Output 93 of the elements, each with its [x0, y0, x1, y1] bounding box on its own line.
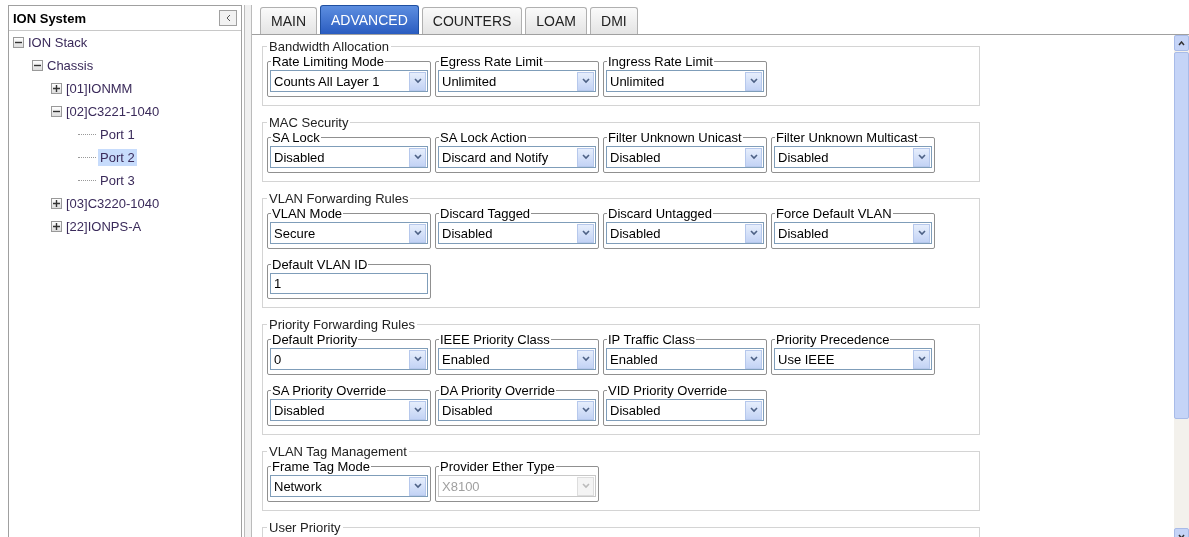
field-label: IEEE Priority Class	[439, 332, 551, 347]
plus-icon[interactable]	[51, 221, 62, 232]
dropdown[interactable]: Unlimited	[606, 70, 764, 92]
field-label: Ingress Rate Limit	[607, 54, 714, 69]
chevron-down-icon	[413, 356, 422, 362]
tab[interactable]: LOAM	[525, 7, 587, 34]
dropdown[interactable]: Disabled	[606, 399, 764, 421]
field-label: SA Lock	[271, 130, 321, 145]
field-label: Default VLAN ID	[271, 257, 369, 272]
chevron-down-icon	[413, 407, 422, 413]
chevron-down-icon	[917, 230, 926, 236]
dropdown[interactable]: Network	[270, 475, 428, 497]
dropdown[interactable]: 0	[270, 348, 428, 370]
field-label: SA Priority Override	[271, 383, 388, 398]
dropdown[interactable]: Disabled	[606, 146, 764, 168]
chevron-down-icon	[749, 356, 758, 362]
tree-node[interactable]: Port 3	[98, 172, 137, 189]
chevron-down-icon	[1178, 533, 1185, 537]
tab[interactable]: COUNTERS	[421, 7, 523, 34]
tree-node[interactable]: Port 1	[98, 126, 137, 143]
tree-node[interactable]: Port 2	[98, 149, 137, 166]
section-title: Bandwidth Allocation	[268, 39, 390, 54]
field-label: Rate Limiting Mode	[271, 54, 385, 69]
minus-icon[interactable]	[51, 106, 62, 117]
section-title: User Priority	[268, 520, 342, 535]
dropdown[interactable]: Secure	[270, 222, 428, 244]
field-label: Egress Rate Limit	[439, 54, 544, 69]
field-label: VLAN Mode	[271, 206, 344, 221]
chevron-down-icon	[917, 356, 926, 362]
plus-icon[interactable]	[51, 198, 62, 209]
chevron-down-icon	[749, 230, 758, 236]
tree-node[interactable]: [03]C3220-1040	[64, 195, 162, 212]
tab[interactable]: MAIN	[260, 7, 317, 34]
tree-node[interactable]: [01]IONMM	[64, 80, 135, 97]
field-label: IP Traffic Class	[607, 332, 696, 347]
dropdown[interactable]: Disabled	[438, 222, 596, 244]
dropdown[interactable]: Disabled	[438, 399, 596, 421]
dropdown[interactable]: Disabled	[270, 399, 428, 421]
tab[interactable]: DMI	[590, 7, 638, 34]
dropdown[interactable]: Enabled	[438, 348, 596, 370]
field-label: DA Priority Override	[439, 383, 556, 398]
field-label: Provider Ether Type	[439, 459, 556, 474]
minus-icon[interactable]	[13, 37, 24, 48]
tree-node[interactable]: ION Stack	[26, 34, 90, 51]
chevron-down-icon	[749, 78, 758, 84]
tab[interactable]: ADVANCED	[320, 5, 419, 34]
section-title: VLAN Forwarding Rules	[268, 191, 410, 206]
field-label: VID Priority Override	[607, 383, 729, 398]
dropdown[interactable]: Disabled	[606, 222, 764, 244]
chevron-down-icon	[581, 78, 590, 84]
field-label: Frame Tag Mode	[271, 459, 372, 474]
chevron-down-icon	[581, 154, 590, 160]
chevron-down-icon	[413, 230, 422, 236]
dropdown[interactable]: Disabled	[774, 222, 932, 244]
tree-node[interactable]: [22]IONPS-A	[64, 218, 144, 235]
field-label: Filter Unknown Unicast	[607, 130, 743, 145]
sidebar-title: ION System	[13, 10, 86, 26]
input-field[interactable]: 1	[270, 273, 428, 294]
chevron-up-icon	[1178, 40, 1185, 46]
dropdown[interactable]: Disabled	[774, 146, 932, 168]
chevron-down-icon	[581, 407, 590, 413]
field-label: Discard Untagged	[607, 206, 714, 221]
tree-node[interactable]: [02]C3221-1040	[64, 103, 162, 120]
tree-node[interactable]: Chassis	[45, 57, 96, 74]
chevron-left-icon	[225, 14, 231, 22]
dropdown[interactable]: Use IEEE	[774, 348, 932, 370]
dropdown[interactable]: Unlimited	[438, 70, 596, 92]
chevron-down-icon	[581, 483, 590, 489]
field-label: Priority Precedence	[775, 332, 891, 347]
chevron-down-icon	[581, 230, 590, 236]
field-label: SA Lock Action	[439, 130, 528, 145]
scrollbar[interactable]	[1174, 35, 1189, 537]
section-title: Priority Forwarding Rules	[268, 317, 416, 332]
dropdown[interactable]: Counts All Layer 1	[270, 70, 428, 92]
chevron-down-icon	[413, 78, 422, 84]
section-title: MAC Security	[268, 115, 350, 130]
field-label: Filter Unknown Multicast	[775, 130, 919, 145]
minus-icon[interactable]	[32, 60, 43, 71]
section-title: VLAN Tag Management	[268, 444, 408, 459]
field-label: Discard Tagged	[439, 206, 532, 221]
dropdown[interactable]: Enabled	[606, 348, 764, 370]
dropdown[interactable]: Disabled	[270, 146, 428, 168]
chevron-down-icon	[917, 154, 926, 160]
chevron-down-icon	[413, 483, 422, 489]
chevron-down-icon	[749, 407, 758, 413]
collapse-button[interactable]	[219, 10, 237, 26]
chevron-down-icon	[413, 154, 422, 160]
chevron-down-icon	[749, 154, 758, 160]
dropdown[interactable]: Discard and Notify	[438, 146, 596, 168]
chevron-down-icon	[581, 356, 590, 362]
plus-icon[interactable]	[51, 83, 62, 94]
field-label: Force Default VLAN	[775, 206, 893, 221]
field-label: Default Priority	[271, 332, 359, 347]
